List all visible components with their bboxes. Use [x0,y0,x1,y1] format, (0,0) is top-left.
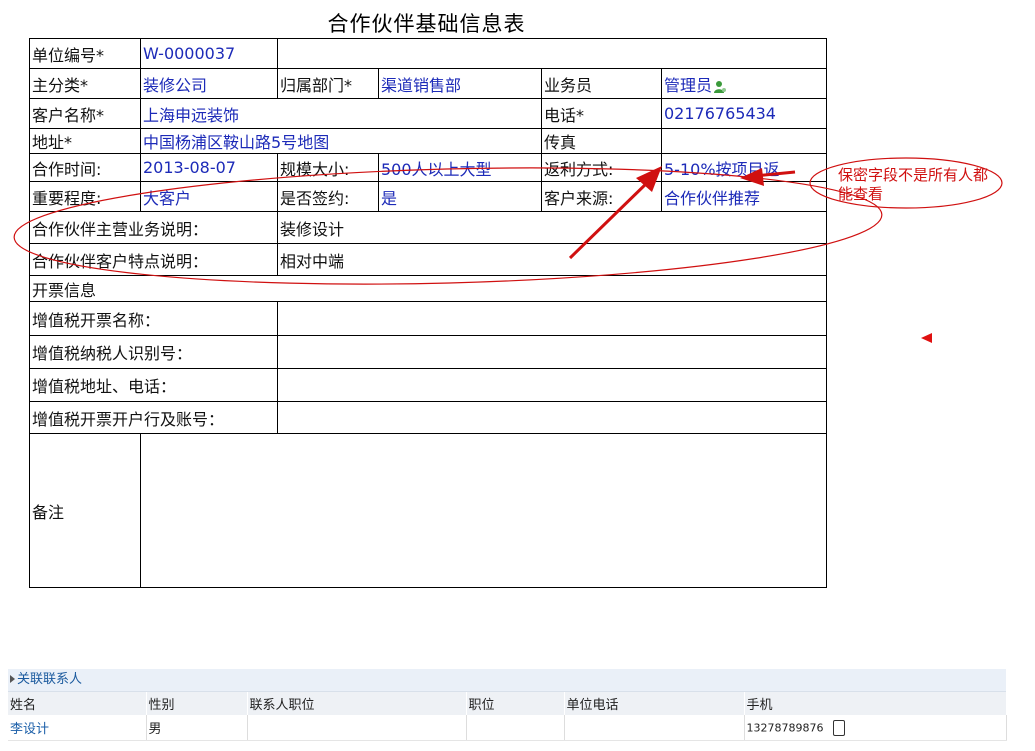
remark-label: 备注 [29,433,141,588]
contacts-header-row: 姓名 性别 联系人职位 职位 单位电话 手机 [8,692,1007,715]
phone-icon[interactable] [833,719,846,736]
signed-value: 是 [378,181,542,212]
mobile-number: 13278789876 [746,721,824,734]
vat-bank-label: 增值税开票开户行及账号： [29,401,278,434]
scale-value: 500人以上大型 [378,153,542,182]
fax-label: 传真 [541,128,662,154]
address-label: 地址* [29,128,141,154]
dept-label: 归属部门* [277,68,379,99]
table-row: 李设计 男 13278789876 [8,715,1007,741]
mobile-cell: 13278789876 [744,715,1007,741]
customer-feature-value: 相对中端 [277,243,827,276]
signed-label: 是否签约: [277,181,379,212]
contact-position [247,715,467,741]
contacts-section-title: 关联联系人 [17,672,83,687]
remark-value [140,433,827,588]
position [466,715,565,741]
customer-value: 上海申远装饰 [140,98,542,129]
col-gender: 性别 [146,692,248,715]
importance-label: 重要程度: [29,181,141,212]
expand-triangle-icon [10,675,15,683]
importance-value: 大客户 [140,181,278,212]
related-contacts-panel: 关联联系人 姓名 性别 联系人职位 职位 单位电话 手机 李设计 男 13278… [8,669,1007,741]
main-business-label: 合作伙伴主营业务说明： [29,211,278,244]
coop-time-value: 2013-08-07 [140,153,278,182]
unit-no-value: W-0000037 [140,38,278,69]
dept-value: 渠道销售部 [378,68,542,99]
address-cell: 中国杨浦区鞍山路5号地图 [140,128,542,154]
vat-bank-value [277,401,827,434]
contact-name-cell: 李设计 [8,715,147,741]
col-unit-phone: 单位电话 [564,692,745,715]
vat-taxpayer-value [277,335,827,369]
col-name: 姓名 [8,692,147,715]
contacts-table: 姓名 性别 联系人职位 职位 单位电话 手机 李设计 男 13278789876 [8,692,1007,741]
category-value: 装修公司 [140,68,278,99]
customer-label: 客户名称* [29,98,141,129]
sales-cell: 管理员 [661,68,827,99]
phone-value: 02176765434 [661,98,827,129]
contacts-section-header[interactable]: 关联联系人 [8,669,1006,692]
confidential-note: 保密字段不是所有人都能查看 [838,166,989,203]
source-value: 合作伙伴推荐 [661,181,827,212]
fax-value [661,128,827,154]
page-title: 合作伙伴基础信息表 [327,12,526,36]
category-label: 主分类* [29,68,141,99]
marker-arrow-icon [921,333,932,343]
unit-phone [564,715,745,741]
col-position: 职位 [466,692,565,715]
partner-info-table: 单位编号* W-0000037 主分类* 装修公司 归属部门* 渠道销售部 业务… [29,38,827,588]
customer-feature-label: 合作伙伴客户特点说明： [29,243,278,276]
map-link[interactable]: 地图 [297,133,329,152]
vat-taxpayer-label: 增值税纳税人识别号： [29,335,278,369]
contact-gender: 男 [146,715,248,741]
vat-name-label: 增值税开票名称： [29,301,278,336]
vat-name-value [277,301,827,336]
scale-label: 规模大小: [277,153,379,182]
source-label: 客户来源: [541,181,662,212]
coop-time-label: 合作时间: [29,153,141,182]
phone-label: 电话* [541,98,662,129]
sales-value: 管理员 [664,75,713,95]
address-value: 中国杨浦区鞍山路5号 [143,133,298,152]
vat-address-label: 增值税地址、电话： [29,368,278,402]
col-contact-position: 联系人职位 [247,692,467,715]
rebate-value: 5-10%按项目返 [661,153,827,182]
sales-label: 业务员 [541,68,662,99]
invoice-info-label: 开票信息 [29,275,827,302]
main-business-value: 装修设计 [277,211,827,244]
vat-address-value [277,368,827,402]
unit-no-label: 单位编号* [29,38,141,69]
col-mobile: 手机 [744,692,1007,715]
empty-cell [277,38,827,69]
contact-name-link[interactable]: 李设计 [10,722,49,737]
rebate-label: 返利方式: [541,153,662,182]
person-icon[interactable] [713,79,727,93]
